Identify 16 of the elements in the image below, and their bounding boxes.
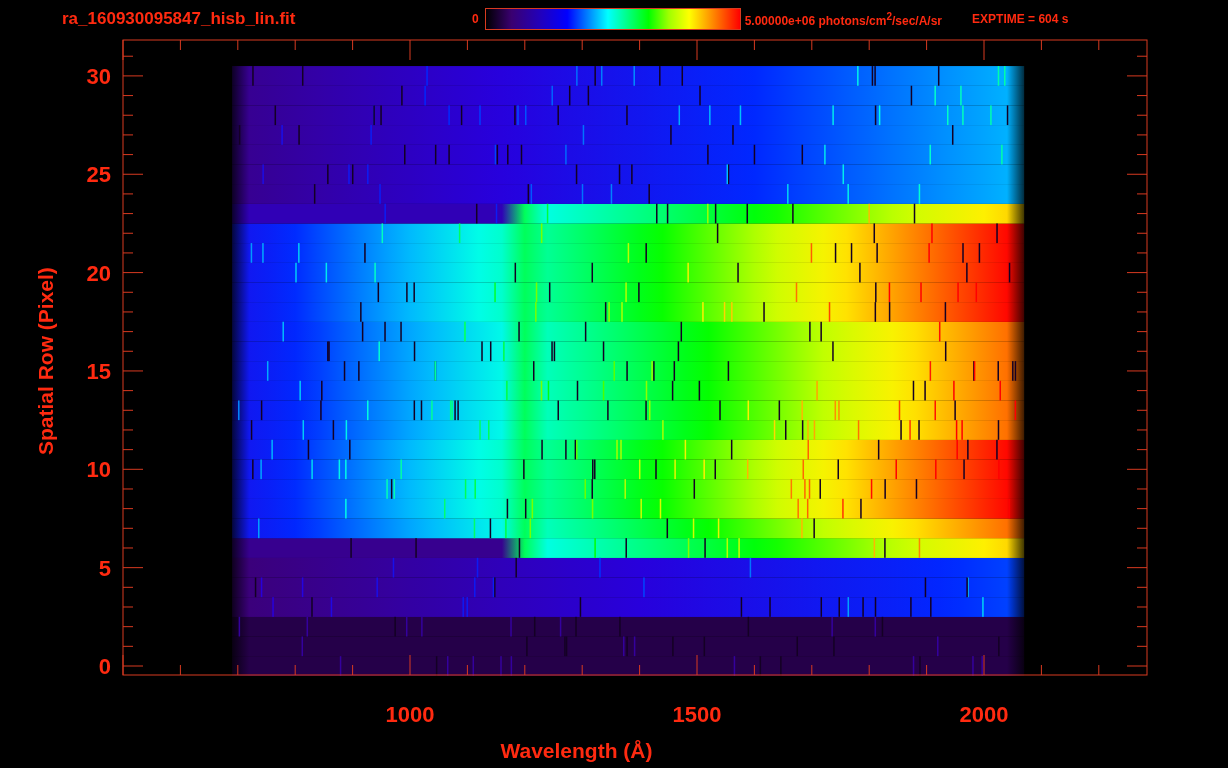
y-tick-label: 15 [86, 358, 111, 384]
y-tick-label: 20 [86, 260, 111, 286]
x-axis-title: Wavelength (Å) [500, 739, 653, 762]
y-tick-label: 25 [86, 162, 111, 188]
x-tick-label: 2000 [959, 702, 1009, 727]
y-tick-label: 0 [98, 654, 111, 679]
file-title: ra_160930095847_hisb_lin.fit [62, 9, 297, 29]
y-tick-label: 30 [86, 63, 111, 89]
scale-max-label: 5.00000e+06 photons/cm$^{2}$/sec/A/sr [744, 10, 943, 28]
y-tick-label: 10 [86, 457, 111, 483]
exposure-label: EXPTIME = 604 s [972, 12, 1069, 26]
x-tick-label: 1500 [672, 702, 722, 727]
x-tick-label: 1000 [385, 702, 435, 727]
scale-min-label: 0 [472, 12, 479, 26]
y-axis-title: Spatial Row (Pixel) [34, 267, 57, 456]
y-tick-label: 5 [98, 555, 111, 581]
